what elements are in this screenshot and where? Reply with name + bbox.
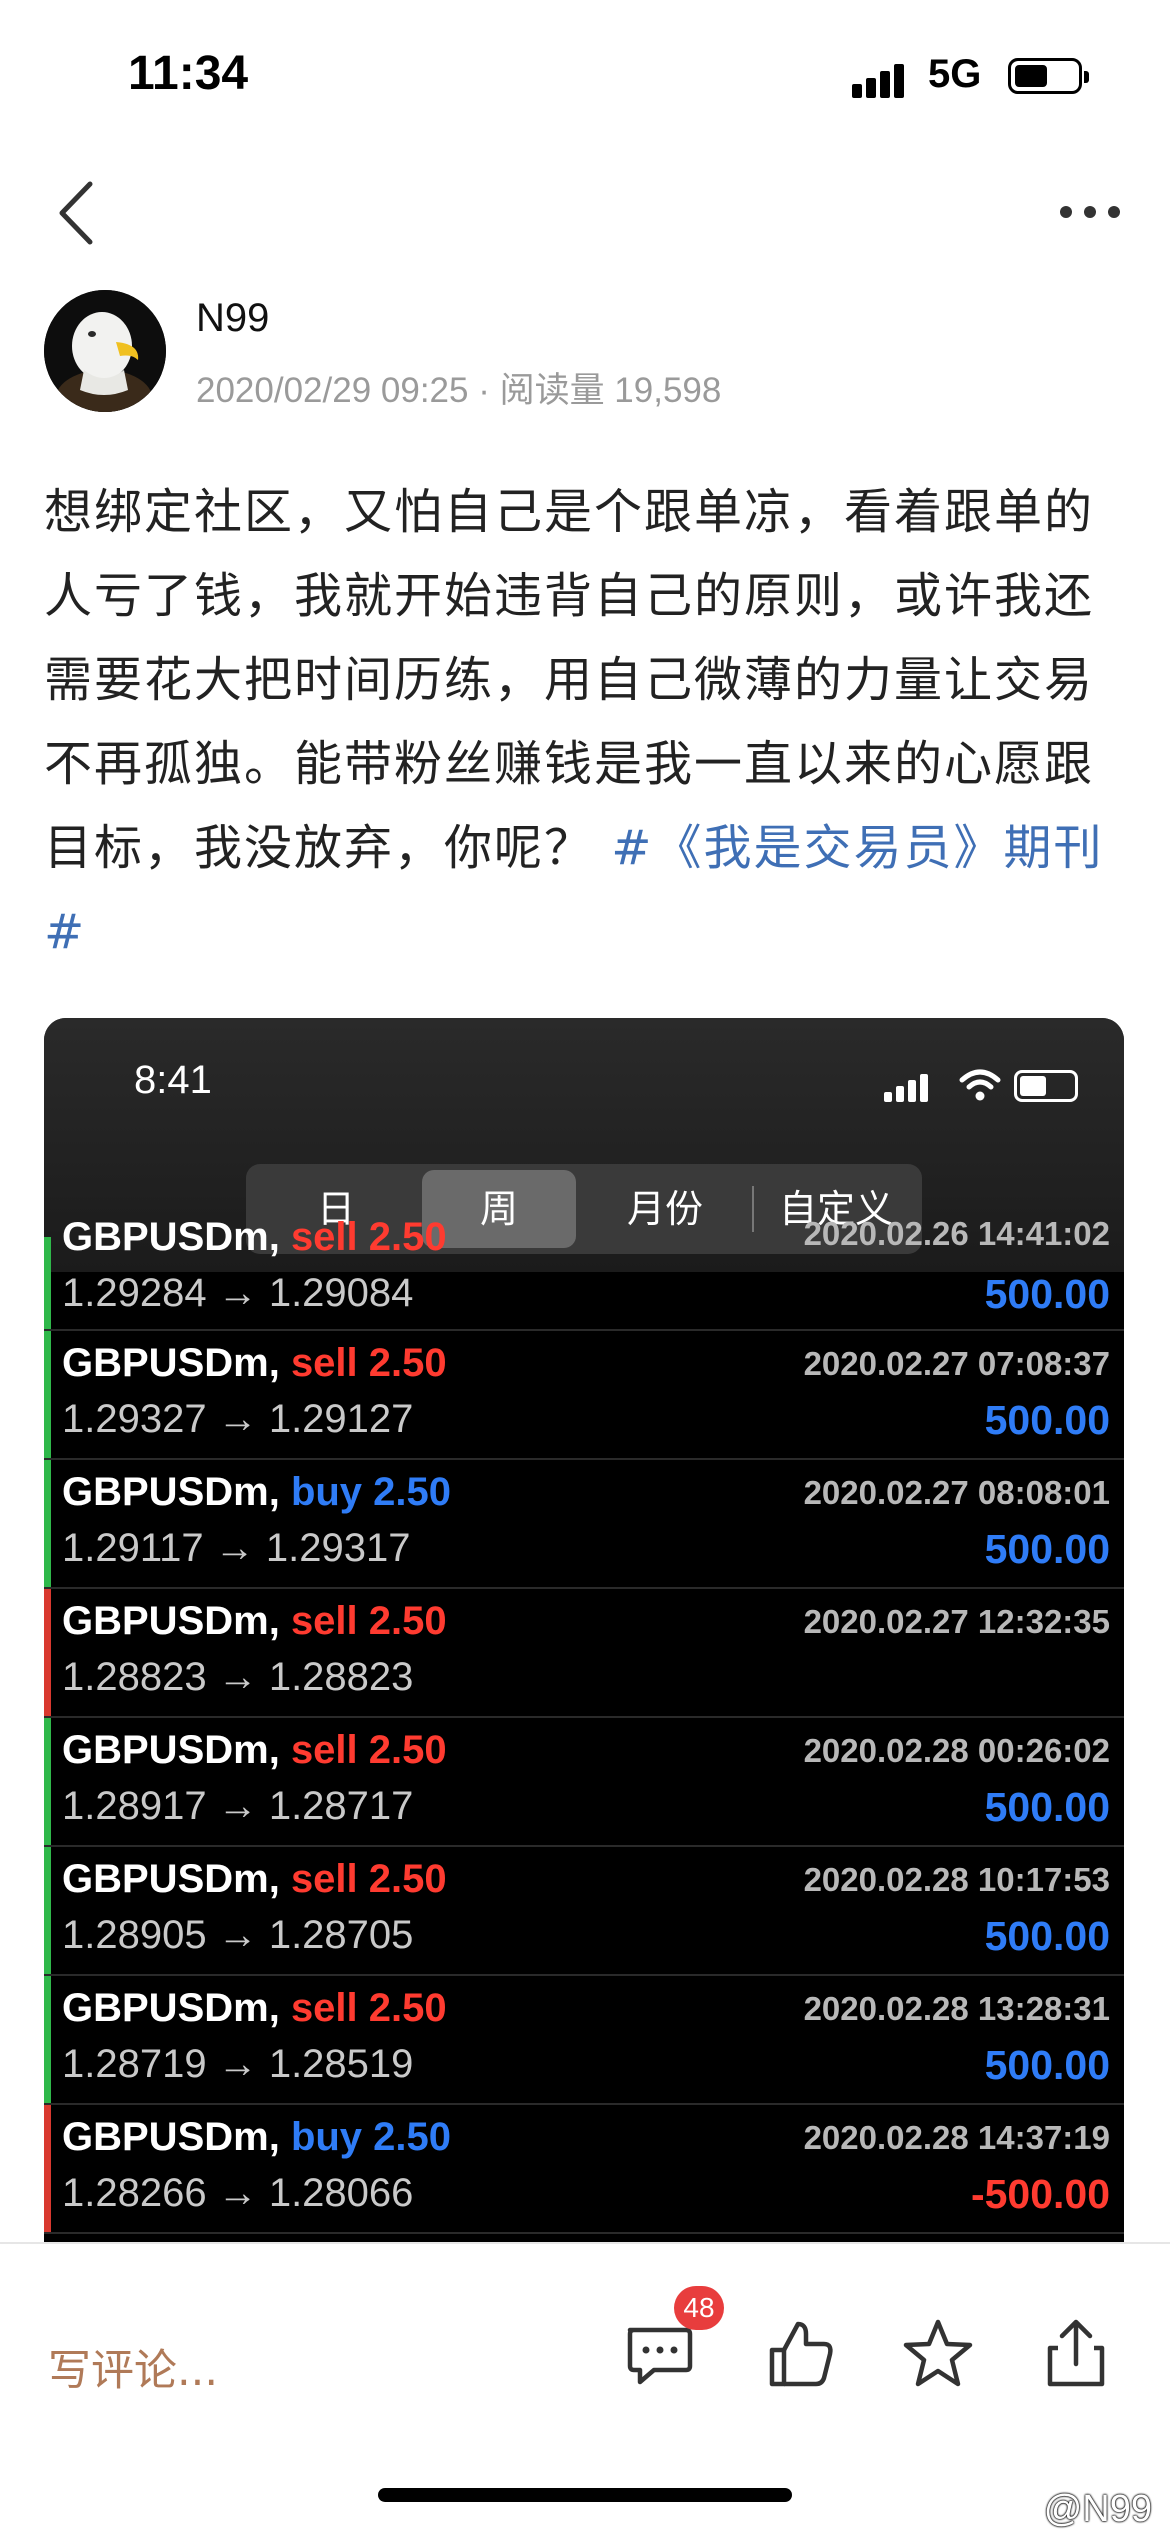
- more-options-icon[interactable]: [1056, 196, 1126, 226]
- trade-side: sell 2.50: [290, 1341, 447, 1385]
- trade-symbol: GBPUSDm, buy 2.50: [62, 2115, 452, 2159]
- post-meta: 2020/02/29 09:25 · 阅读量 19,598: [196, 371, 722, 410]
- battery-icon: [1008, 58, 1089, 94]
- star-icon[interactable]: [898, 2314, 978, 2394]
- trade-row[interactable]: GBPUSDm, buy 2.50 2020.02.28 14:37:19 1.…: [44, 2105, 1124, 2234]
- trade-symbol: GBPUSDm, sell 2.50: [62, 1341, 447, 1385]
- result-indicator: [44, 2105, 51, 2232]
- trade-price: 1.28917 → 1.28717: [62, 1784, 414, 1828]
- trade-row[interactable]: GBPUSDm, sell 2.50 2020.02.28 13:28:31 1…: [44, 1976, 1124, 2105]
- trade-profit: 500.00: [984, 1271, 1110, 1317]
- author-name[interactable]: N99: [196, 296, 269, 341]
- trade-list: GBPUSDm, sell 2.50 2020.02.26 14:41:02 1…: [44, 1215, 1124, 2234]
- trade-time: 2020.02.28 14:37:19: [803, 2119, 1110, 2156]
- trade-row[interactable]: GBPUSDm, sell 2.50 2020.02.26 14:41:02 1…: [44, 1215, 1124, 1331]
- result-indicator: [44, 1976, 51, 2103]
- trade-time: 2020.02.27 12:32:35: [803, 1603, 1110, 1640]
- trade-profit: 500.00: [984, 1784, 1110, 1830]
- result-indicator: [44, 1460, 51, 1587]
- result-indicator: [44, 1718, 51, 1845]
- trade-price: 1.29327 → 1.29127: [62, 1397, 414, 1441]
- like-icon[interactable]: [760, 2314, 840, 2394]
- network-label: 5G: [928, 52, 982, 96]
- trade-profit: -500.00: [970, 2171, 1110, 2217]
- trade-side: sell 2.50: [290, 1215, 447, 1259]
- result-indicator: [44, 1237, 51, 1329]
- post-body: 想绑定社区，又怕自己是个跟单凉，看着跟单的人亏了钱，我就开始违背自己的原则，或许…: [44, 470, 1124, 974]
- trade-symbol: GBPUSDm, sell 2.50: [62, 1857, 447, 1901]
- trade-price: 1.28905 → 1.28705: [62, 1913, 414, 1957]
- trade-side: sell 2.50: [290, 1599, 447, 1643]
- trade-time: 2020.02.28 00:26:02: [803, 1732, 1110, 1769]
- trade-price: 1.29117 → 1.29317: [62, 1526, 411, 1570]
- trade-side: sell 2.50: [290, 1728, 447, 1772]
- share-icon[interactable]: [1036, 2314, 1116, 2394]
- result-indicator: [44, 1847, 51, 1974]
- result-indicator: [44, 1589, 51, 1716]
- avatar[interactable]: [44, 290, 166, 412]
- trade-row[interactable]: GBPUSDm, sell 2.50 2020.02.27 07:08:37 1…: [44, 1331, 1124, 1460]
- result-indicator: [44, 1331, 51, 1458]
- embedded-status-icons: [884, 1066, 1084, 1106]
- trade-profit: 500.00: [984, 1913, 1110, 1959]
- trade-price: 1.28719 → 1.28519: [62, 2042, 414, 2086]
- trade-row[interactable]: GBPUSDm, sell 2.50 2020.02.28 00:26:02 1…: [44, 1718, 1124, 1847]
- trade-symbol: GBPUSDm, sell 2.50: [62, 1728, 447, 1772]
- home-indicator[interactable]: [378, 2488, 792, 2502]
- trade-profit: 500.00: [984, 2042, 1110, 2088]
- trade-side: buy 2.50: [290, 1470, 452, 1514]
- comment-count-badge: 48: [674, 2286, 724, 2330]
- trade-side: sell 2.50: [290, 1857, 447, 1901]
- trade-side: sell 2.50: [290, 1986, 447, 2030]
- trade-side: buy 2.50: [290, 2115, 452, 2159]
- trade-row[interactable]: GBPUSDm, sell 2.50 2020.02.27 12:32:35 1…: [44, 1589, 1124, 1718]
- segment-divider: [752, 1186, 754, 1232]
- post-text: 想绑定社区，又怕自己是个跟单凉，看着跟单的人亏了钱，我就开始违背自己的原则，或许…: [44, 484, 1095, 876]
- battery-icon: [1014, 1070, 1078, 1102]
- trade-row[interactable]: GBPUSDm, buy 2.50 2020.02.27 08:08:01 1.…: [44, 1460, 1124, 1589]
- trade-time: 2020.02.28 10:17:53: [803, 1861, 1110, 1898]
- back-arrow-icon[interactable]: [52, 178, 102, 248]
- trade-symbol: GBPUSDm, sell 2.50: [62, 1215, 447, 1259]
- signal-icon: [852, 62, 912, 98]
- eagle-icon: [44, 290, 166, 412]
- comment-input[interactable]: 写评论...: [48, 2336, 218, 2398]
- trade-profit: 500.00: [984, 1526, 1110, 1572]
- trade-time: 2020.02.26 14:41:02: [803, 1215, 1110, 1252]
- trade-symbol: GBPUSDm, buy 2.50: [62, 1470, 452, 1514]
- embedded-status-time: 8:41: [134, 1058, 212, 1102]
- trade-symbol: GBPUSDm, sell 2.50: [62, 1599, 447, 1643]
- watermark: @N99: [1043, 2488, 1152, 2530]
- trade-time: 2020.02.28 13:28:31: [803, 1990, 1110, 2027]
- status-bar: 11:34 5G: [0, 0, 1170, 150]
- trade-profit: 500.00: [984, 1397, 1110, 1443]
- embedded-screenshot[interactable]: 8:41 日 周 月份 自定义 GBPUSDm, sell 2.50 2020.…: [44, 1018, 1124, 2248]
- trade-time: 2020.02.27 08:08:01: [803, 1474, 1110, 1511]
- trade-price: 1.28823 → 1.28823: [62, 1655, 414, 1699]
- trade-price: 1.28266 → 1.28066: [62, 2171, 414, 2215]
- trade-row[interactable]: GBPUSDm, sell 2.50 2020.02.28 10:17:53 1…: [44, 1847, 1124, 1976]
- trade-symbol: GBPUSDm, sell 2.50: [62, 1986, 447, 2030]
- status-time: 11:34: [128, 47, 249, 100]
- bottom-action-bar: 写评论... 48 @N99: [0, 2242, 1170, 2532]
- trade-price: 1.29284 → 1.29084: [62, 1271, 414, 1315]
- trade-time: 2020.02.27 07:08:37: [803, 1345, 1110, 1382]
- wifi-icon: [959, 1069, 1001, 1101]
